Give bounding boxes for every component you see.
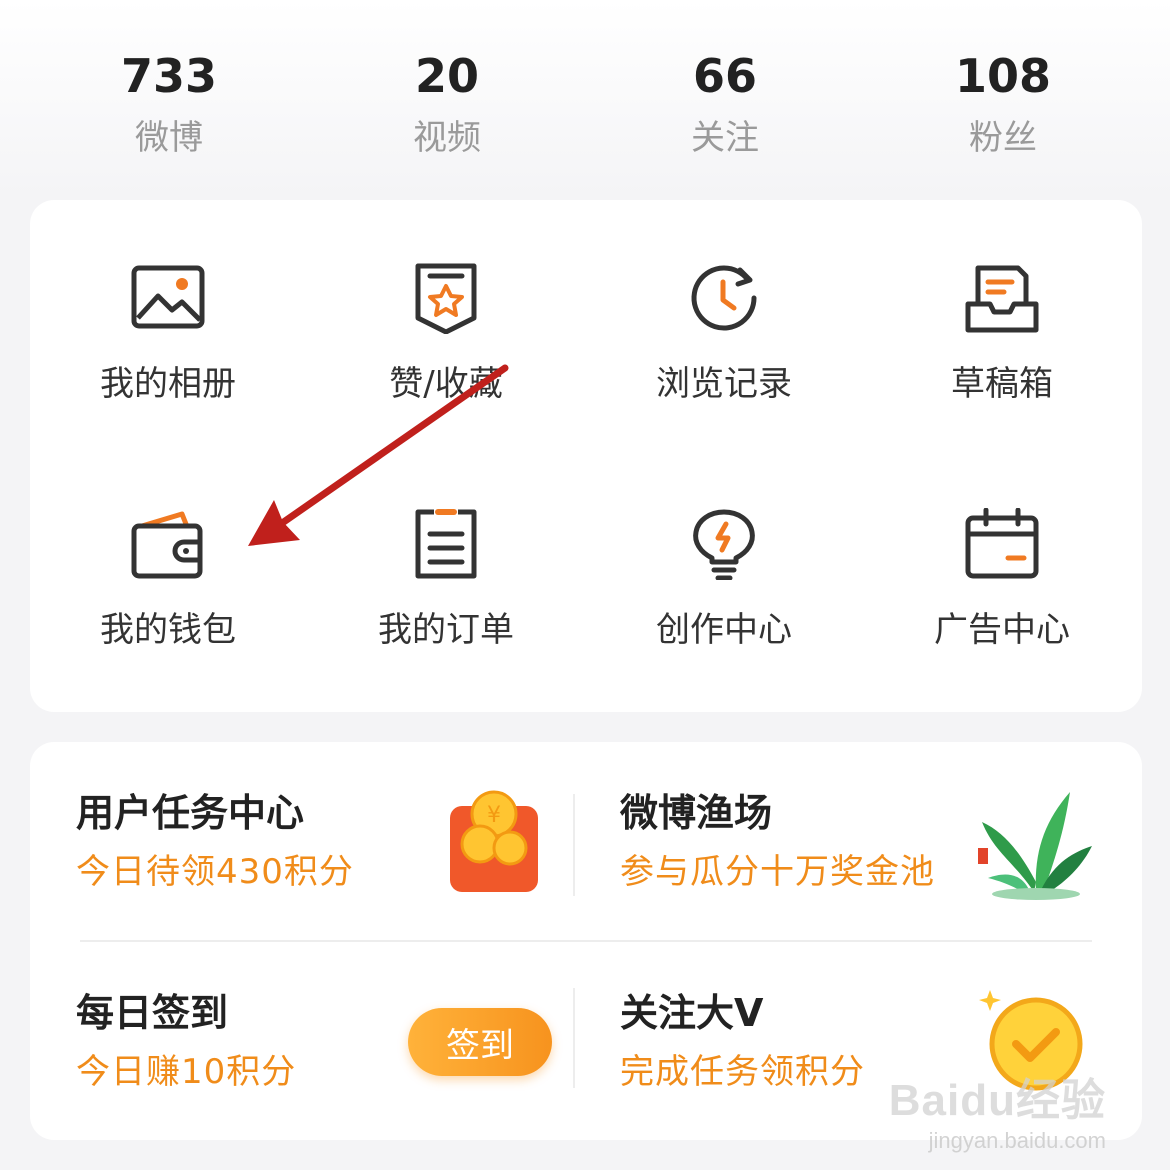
grid-item-label: 草稿箱: [951, 364, 1053, 404]
grid-item-label: 我的订单: [378, 610, 514, 650]
stat-label: 粉丝: [969, 118, 1037, 158]
wallet-icon: [131, 511, 203, 579]
calendar-icon: [965, 508, 1039, 579]
task-user-center[interactable]: 用户任务中心 今日待领430积分: [76, 788, 354, 896]
stat-label: 微博: [135, 118, 203, 158]
grid-item-creator-center[interactable]: 创作中心: [594, 508, 854, 708]
task-subtitle: 完成任务领积分: [620, 1052, 865, 1092]
stat-value: 733: [120, 49, 218, 103]
grid-item-ad-center[interactable]: 广告中心: [872, 508, 1132, 708]
watermark-text: Baidu经验: [888, 1076, 1106, 1125]
divider: [573, 794, 575, 896]
grid-item-drafts[interactable]: 草稿箱: [872, 262, 1132, 462]
task-title: 每日签到: [76, 991, 229, 1035]
stat-videos[interactable]: 20 视频: [347, 40, 547, 162]
baidu-watermark: Baidu经验 jingyan.baidu.com: [889, 1064, 1106, 1154]
stat-label: 关注: [691, 118, 759, 158]
coin-redpacket-icon[interactable]: ¥: [446, 788, 542, 894]
grid-item-label: 创作中心: [656, 610, 792, 650]
task-follow-v[interactable]: 关注大V 完成任务领积分: [620, 988, 865, 1096]
grid-item-label: 广告中心: [934, 610, 1070, 650]
grid-item-label: 赞/收藏: [389, 364, 503, 404]
stat-weibo[interactable]: 733 微博: [69, 40, 269, 162]
task-daily-checkin[interactable]: 每日签到 今日赚10积分: [76, 988, 296, 1096]
watermark-url: jingyan.baidu.com: [928, 1128, 1106, 1153]
grid-item-album[interactable]: 我的相册: [38, 262, 298, 462]
divider: [80, 940, 1092, 942]
history-clock-icon: [691, 265, 757, 331]
grid-item-wallet[interactable]: 我的钱包: [38, 508, 298, 708]
grid-item-label: 我的相册: [100, 364, 236, 404]
task-title: 关注大V: [620, 991, 764, 1035]
feature-grid-card: 我的相册 赞/收藏 浏览记录 草稿箱 我的钱包 我的订单 创作中心 广告中心: [30, 200, 1142, 712]
grid-item-history[interactable]: 浏览记录: [594, 262, 854, 462]
divider: [573, 988, 575, 1088]
stat-label: 视频: [413, 118, 481, 158]
task-subtitle: 今日赚10积分: [76, 1052, 297, 1092]
checkin-button[interactable]: 签到: [408, 1008, 552, 1076]
star-bookmark-icon: [415, 263, 477, 334]
grid-item-likes-favorites[interactable]: 赞/收藏: [316, 262, 576, 462]
plant-icon[interactable]: [974, 782, 1098, 902]
task-title: 微博渔场: [620, 791, 773, 835]
grid-item-orders[interactable]: 我的订单: [316, 508, 576, 708]
profile-stats: 733 微博 20 视频 66 关注 108 粉丝: [30, 40, 1140, 170]
photo-album-icon: [131, 265, 205, 329]
lightbulb-icon: [693, 509, 755, 580]
order-clipboard-icon: [415, 509, 477, 579]
drafts-tray-icon: [965, 265, 1039, 333]
stat-following[interactable]: 66 关注: [625, 40, 825, 162]
stat-value: 66: [692, 49, 757, 103]
svg-text:¥: ¥: [487, 803, 501, 828]
task-subtitle: 今日待领430积分: [76, 852, 354, 892]
task-title: 用户任务中心: [76, 791, 305, 835]
stat-value: 20: [414, 49, 479, 103]
task-weibo-fishery[interactable]: 微博渔场 参与瓜分十万奖金池: [620, 788, 935, 896]
stat-followers[interactable]: 108 粉丝: [903, 40, 1103, 162]
stat-value: 108: [954, 49, 1052, 103]
grid-item-label: 我的钱包: [100, 610, 236, 650]
grid-item-label: 浏览记录: [656, 364, 792, 404]
task-subtitle: 参与瓜分十万奖金池: [620, 852, 935, 892]
